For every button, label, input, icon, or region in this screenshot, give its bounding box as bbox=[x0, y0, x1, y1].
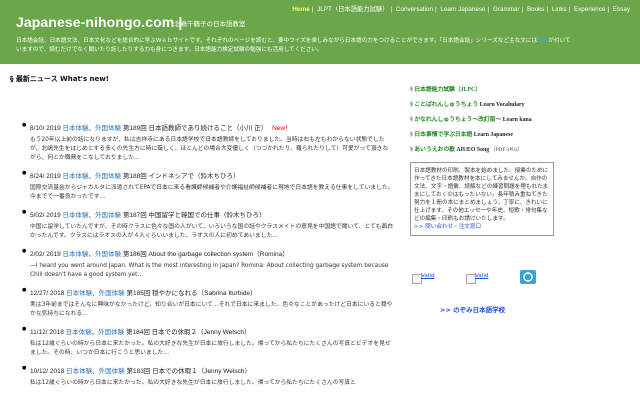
news-header: 5/02/ 2019 日本体験、外国体験 第187回 中国留学と韓国での仕事（鈴… bbox=[30, 212, 266, 219]
sidebar-link-learn-japanese[interactable]: § 日本事情で学ぶ日本語 Learn Japanese bbox=[410, 129, 630, 138]
bullet-icon: ● bbox=[22, 365, 27, 371]
tag-japan-experience[interactable]: 日本体験 bbox=[66, 290, 92, 297]
news-header: 12/27/ 2018 日本体験、外国体験 第185回 穏やかになれる（Sabr… bbox=[30, 290, 257, 297]
tag-foreign-experience[interactable]: 外国体験 bbox=[99, 368, 125, 375]
bullet-icon: ● bbox=[22, 326, 27, 332]
tag-japan-experience[interactable]: 日本体験 bbox=[63, 173, 89, 180]
news-item: ● 10/12/ 2018 日本体験、外国体験 第183回 日本での休暇１（Je… bbox=[22, 365, 394, 388]
news-header: 10/12/ 2018 日本体験、外国体験 第183回 日本での休暇１（Jenn… bbox=[30, 368, 251, 375]
site-intro: 日本語会話、日本語文法、日本文化などを総合的に学ぶWｅｂサイトです。それぞれのペ… bbox=[16, 38, 571, 53]
tag-foreign-experience[interactable]: 外国体験 bbox=[95, 173, 121, 180]
news-heading: § 最新ニュース What's new! bbox=[10, 75, 109, 83]
printing-service-box: 日本語教材の印刷、製本を始めました。授業のために作ってきた日本語教材を本にしてみ… bbox=[410, 162, 554, 236]
news-header: 8/10/ 2019 日本体験、外国体験 第189回 日本語教師であり続けること… bbox=[30, 125, 292, 132]
news-title[interactable]: 第187回 中国留学と韓国での仕事（鈴木ちひろ） bbox=[123, 212, 266, 219]
top-navigation: Home | JLPT（日本語能力試験） | Conversation | Learn… bbox=[292, 6, 630, 13]
sidebar-link-vocabulary[interactable]: § ことばれんしゅうちょう Learn Vocabulary bbox=[410, 99, 630, 108]
contact-link[interactable]: >> 問い合わせ・注文窓口 bbox=[414, 224, 481, 230]
news-header: 6/24/ 2019 日本体験、外国体験 第188回 インドネシアで（鈴木ちひろ… bbox=[30, 173, 240, 180]
nav-home[interactable]: Home bbox=[292, 6, 310, 13]
tag-japan-experience[interactable]: 日本体験 bbox=[63, 125, 89, 132]
news-excerpt: もう20年以上前の話になりますが、私は吉祥寺にある日本語学校で日本語教師をしてお… bbox=[30, 137, 389, 161]
valid-css-badge[interactable]: Valid bbox=[466, 270, 492, 284]
news-excerpt: 実は3年前まではそんなに興味がなかったけど、知り合いが日本にいて…それで日本に来… bbox=[30, 302, 393, 317]
news-excerpt: 私は12歳ぐらいの時から日本に来たかった。私の大好きな先生が日本に旅行しました。… bbox=[30, 380, 356, 386]
bullet-icon: ● bbox=[22, 287, 27, 293]
sidebar-link-aiueo-song[interactable]: § あいうえおの歌 AIUEO Song （PDF 3Ｋb） bbox=[410, 144, 630, 153]
news-title[interactable]: 第183回 日本での休暇１（Jenny Welsch） bbox=[126, 368, 251, 375]
news-excerpt: ―I heard you went around Japan. What is … bbox=[30, 263, 389, 278]
nav-essay[interactable]: Essay bbox=[613, 6, 630, 13]
news-excerpt: 国際交流基金からジャカルタに派遣されてEPAで日本に来る看護師候補者や介護福祉師… bbox=[30, 185, 394, 200]
bullet-icon: ● bbox=[22, 248, 27, 254]
nozomi-school-link[interactable]: >> のぞみ日本語学校 bbox=[440, 304, 505, 314]
news-title[interactable]: 第186回 About the garbage collection syste… bbox=[123, 251, 289, 258]
tag-foreign-experience[interactable]: 外国体験 bbox=[95, 125, 121, 132]
news-header: 2/02/ 2019 日本体験、外国体験 第186回 About the gar… bbox=[30, 251, 289, 258]
news-list: ● 8/10/ 2019 日本体験、外国体験 第189回 日本語教師であり続ける… bbox=[22, 122, 394, 395]
news-excerpt: 私は12歳ぐらいの時から日本に来たかった。私の大好きな先生が日本に旅行しました。… bbox=[30, 341, 391, 356]
validation-badges: Valid Valid bbox=[410, 270, 610, 290]
news-header: 11/12/ 2018 日本体験、外国体験 第184回 日本での休暇２（Jenn… bbox=[30, 329, 251, 336]
news-item: ● 2/02/ 2019 日本体験、外国体験 第186回 About the g… bbox=[22, 248, 394, 280]
tag-japan-experience[interactable]: 日本体験 bbox=[63, 212, 89, 219]
site-tagline: 北嶋千鶴子の日本語教室 bbox=[174, 20, 246, 28]
site-title[interactable]: Japanese-nihongo.com | bbox=[16, 14, 182, 30]
tag-japan-experience[interactable]: 日本体験 bbox=[63, 251, 89, 258]
nav-books[interactable]: Books bbox=[527, 6, 545, 13]
bullet-icon: ● bbox=[22, 170, 27, 176]
sidebar-link-jlpt[interactable]: § 日本語能力試験（JLPC） bbox=[410, 84, 630, 93]
nav-learn-japanese[interactable]: Learn Japanese bbox=[440, 6, 485, 13]
sidebar-link-kana[interactable]: § かなれんしゅうちょう～改訂版～ Learn kana bbox=[410, 114, 630, 123]
tag-japan-experience[interactable]: 日本体験 bbox=[66, 329, 92, 336]
news-item: ● 12/27/ 2018 日本体験、外国体験 第185回 穏やかになれる（Sa… bbox=[22, 287, 394, 319]
tag-foreign-experience[interactable]: 外国体験 bbox=[98, 329, 124, 336]
news-item: ● 8/10/ 2019 日本体験、外国体験 第189回 日本語教師であり続ける… bbox=[22, 122, 394, 163]
news-item: ● 11/12/ 2018 日本体験、外国体験 第184回 日本での休暇２（Je… bbox=[22, 326, 394, 358]
new-badge: New！ bbox=[272, 125, 292, 132]
tag-japan-experience[interactable]: 日本体験 bbox=[66, 368, 92, 375]
site-header: Japanese-nihongo.com | 北嶋千鶴子の日本語教室 Home |… bbox=[0, 0, 640, 64]
nav-separator: | bbox=[311, 6, 314, 13]
sidebar-links: § 日本語能力試験（JLPC） § ことばれんしゅうちょう Learn Voca… bbox=[410, 84, 630, 159]
news-title[interactable]: 第188回 インドネシアで（鈴木ちひろ） bbox=[123, 173, 240, 180]
news-title[interactable]: 第185回 穏やかになれる（Sabrina Iturbide） bbox=[126, 290, 256, 297]
nav-jlpt[interactable]: JLPT（日本語能力試験） bbox=[317, 6, 388, 13]
bullet-icon: ● bbox=[22, 122, 27, 128]
news-item: ● 6/24/ 2019 日本体験、外国体験 第188回 インドネシアで（鈴木ち… bbox=[22, 170, 394, 202]
nav-conversation[interactable]: Conversation bbox=[396, 6, 433, 13]
tag-foreign-experience[interactable]: 外国体験 bbox=[95, 251, 121, 258]
news-item: ● 5/02/ 2019 日本体験、外国体験 第187回 中国留学と韓国での仕事… bbox=[22, 209, 394, 241]
intro-highlight-link[interactable]: 読み bbox=[537, 38, 548, 44]
valid-html-badge[interactable]: Valid bbox=[412, 270, 438, 284]
news-title[interactable]: 第189回 日本語教師であり続けること（小川 正） bbox=[123, 125, 267, 132]
news-excerpt: 中国に留学していたんですが、その時クラスに色々な国の人がいて、いろいろな国の話や… bbox=[30, 224, 394, 239]
news-section: § 最新ニュース What's new! ● 8/10/ 2019 日本体験、外… bbox=[10, 74, 394, 400]
accessibility-badge[interactable] bbox=[520, 270, 546, 284]
nav-links[interactable]: Links bbox=[552, 6, 567, 13]
bullet-icon: ● bbox=[22, 209, 27, 215]
wheelchair-badge-icon bbox=[520, 270, 536, 284]
nav-experience[interactable]: Experience bbox=[574, 6, 606, 13]
nav-grammar[interactable]: Grammar bbox=[493, 6, 520, 13]
tag-foreign-experience[interactable]: 外国体験 bbox=[99, 290, 125, 297]
tag-foreign-experience[interactable]: 外国体験 bbox=[95, 212, 121, 219]
news-title[interactable]: 第184回 日本での休暇２（Jenny Welsch） bbox=[126, 329, 251, 336]
